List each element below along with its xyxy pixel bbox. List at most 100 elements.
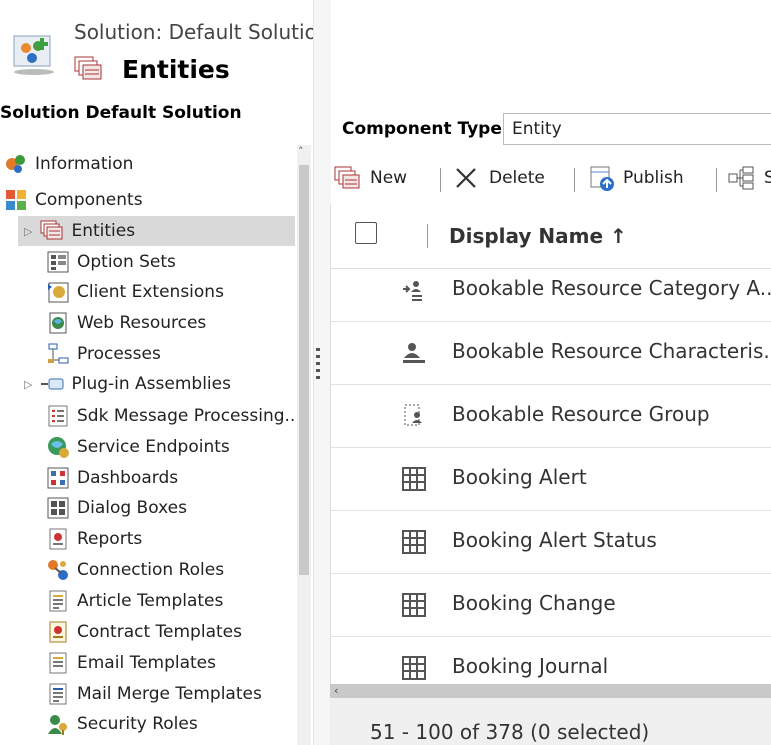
nav-item-option-sets[interactable]: Option Sets xyxy=(46,247,176,277)
nav-item-label: Security Roles xyxy=(77,714,198,734)
delete-x-icon xyxy=(454,166,478,190)
sdk-message-icon xyxy=(46,404,70,428)
nav-item-dialog-boxes[interactable]: Dialog Boxes xyxy=(46,493,187,523)
nav-item-connection-roles[interactable]: Connection Roles xyxy=(46,555,224,585)
nav-item-article-templates[interactable]: Article Templates xyxy=(46,586,223,616)
left-pane-scrollbar[interactable]: ˄ xyxy=(297,145,311,745)
nav-item-label: Connection Roles xyxy=(77,560,225,580)
security-roles-icon xyxy=(46,712,70,736)
record-count-status: 51 - 100 of 378 (0 selected) xyxy=(370,720,650,744)
nav-item-label: Reports xyxy=(77,529,143,549)
service-endpoints-icon xyxy=(46,435,70,459)
plugin-assemblies-icon xyxy=(40,372,64,396)
nav-item-label: Dialog Boxes xyxy=(77,498,187,518)
delete-label: Delete xyxy=(489,168,545,188)
reports-icon xyxy=(46,527,70,551)
solution-title: Solution Default Solution xyxy=(0,103,242,123)
solution-puzzle-icon xyxy=(10,34,58,78)
nav-item-label: Client Extensions xyxy=(77,282,224,302)
nav-item-components[interactable]: Components xyxy=(4,185,143,215)
nav-item-label: Dashboards xyxy=(77,468,179,488)
resource-group-icon xyxy=(401,403,427,429)
display-name-column-header[interactable]: Display Name ↑ xyxy=(449,224,627,248)
nav-item-label: Article Templates xyxy=(77,591,224,611)
nav-item-dashboards[interactable]: Dashboards xyxy=(46,463,178,493)
table-row[interactable]: Bookable Resource Group xyxy=(331,385,771,448)
nav-item-client-extensions[interactable]: Client Extensions xyxy=(46,277,224,307)
contract-templates-icon xyxy=(46,620,70,644)
nav-item-label: Web Resources xyxy=(77,313,207,333)
scroll-left-icon[interactable]: ‹ xyxy=(334,684,338,697)
dialog-boxes-icon xyxy=(46,496,70,520)
expand-triangle-icon[interactable]: ▷ xyxy=(24,378,32,391)
dependencies-icon xyxy=(728,166,756,190)
nav-item-web-resources[interactable]: Web Resources xyxy=(46,308,206,338)
grid-footer: 51 - 100 of 378 (0 selected) xyxy=(330,698,771,745)
new-button[interactable]: New xyxy=(334,158,407,198)
client-extensions-icon xyxy=(46,280,70,304)
web-resources-icon xyxy=(46,311,70,335)
grid-horizontal-scrollbar[interactable]: ‹ xyxy=(330,684,771,698)
option-sets-icon xyxy=(46,250,70,274)
expand-triangle-icon[interactable]: ▷ xyxy=(24,225,32,238)
nav-item-label: Information xyxy=(35,154,134,174)
resource-category-icon xyxy=(401,277,427,303)
nav-item-label: Entities xyxy=(71,221,136,241)
row-display-name[interactable]: Booking Change xyxy=(452,591,616,615)
grid-entity-icon xyxy=(401,466,427,492)
nav-item-processes[interactable]: Processes xyxy=(46,339,161,369)
nav-item-security-roles[interactable]: Security Roles xyxy=(46,709,198,739)
splitter-grip-icon[interactable] xyxy=(316,348,320,380)
nav-item-plugin-assemblies[interactable]: ▷ Plug-in Assemblies xyxy=(24,369,231,399)
entities-grid: Display Name ↑ Bookable Resource Categor… xyxy=(330,204,771,685)
scroll-up-icon[interactable]: ˄ xyxy=(298,145,304,158)
row-display-name[interactable]: Bookable Resource Category A... xyxy=(452,276,771,300)
nav-item-label: Components xyxy=(35,190,143,210)
components-icon xyxy=(4,188,28,212)
solution-subtitle: Solution: Default Solution xyxy=(74,20,330,44)
row-display-name[interactable]: Booking Alert Status xyxy=(452,528,657,552)
publish-button[interactable]: Publish xyxy=(588,158,684,198)
nav-item-label: Option Sets xyxy=(77,252,176,272)
nav-item-entities[interactable]: ▷ Entities xyxy=(18,216,295,246)
header-separator xyxy=(427,224,428,248)
nav-item-reports[interactable]: Reports xyxy=(46,524,142,554)
nav-item-label: Sdk Message Processing... xyxy=(77,406,301,426)
grid-entity-icon xyxy=(401,592,427,618)
table-row[interactable]: Bookable Resource Characteris... xyxy=(331,322,771,385)
new-label: New xyxy=(370,168,408,188)
nav-item-email-templates[interactable]: Email Templates xyxy=(46,648,216,678)
table-row[interactable]: Bookable Resource Category A... xyxy=(331,259,771,322)
dashboards-icon xyxy=(46,466,70,490)
information-icon xyxy=(4,152,28,176)
processes-icon xyxy=(46,342,70,366)
show-dependencies-button[interactable]: S xyxy=(728,158,771,198)
email-templates-icon xyxy=(46,651,70,675)
select-all-checkbox[interactable] xyxy=(355,222,377,244)
delete-button[interactable]: Delete xyxy=(454,158,545,198)
page-title: Entities xyxy=(122,55,230,84)
row-display-name[interactable]: Bookable Resource Characteris... xyxy=(452,339,771,363)
nav-item-information[interactable]: Information xyxy=(4,149,133,179)
table-row[interactable]: Booking Alert Status xyxy=(331,511,771,574)
table-row[interactable]: Booking Alert xyxy=(331,448,771,511)
component-type-select[interactable]: Entity xyxy=(503,113,771,145)
table-row[interactable]: Booking Change xyxy=(331,574,771,637)
toolbar-separator xyxy=(574,168,575,192)
publish-label: Publish xyxy=(623,168,684,188)
mail-merge-templates-icon xyxy=(46,682,70,706)
row-display-name[interactable]: Booking Journal xyxy=(452,654,608,678)
grid-entity-icon xyxy=(401,529,427,555)
nav-item-service-endpoints[interactable]: Service Endpoints xyxy=(46,432,230,462)
show-dependencies-label: S xyxy=(764,168,771,188)
nav-item-mail-merge-templates[interactable]: Mail Merge Templates xyxy=(46,679,262,709)
nav-item-contract-templates[interactable]: Contract Templates xyxy=(46,617,242,647)
row-display-name[interactable]: Bookable Resource Group xyxy=(452,402,710,426)
row-display-name[interactable]: Booking Alert xyxy=(452,465,587,489)
table-row[interactable]: Booking Journal xyxy=(331,637,771,685)
scrollbar-thumb[interactable] xyxy=(299,165,309,575)
entities-icon xyxy=(74,56,102,82)
resource-characteristic-icon xyxy=(401,340,427,366)
nav-item-sdk-message-processing[interactable]: Sdk Message Processing... xyxy=(46,401,301,431)
nav-item-label: Email Templates xyxy=(77,653,216,673)
